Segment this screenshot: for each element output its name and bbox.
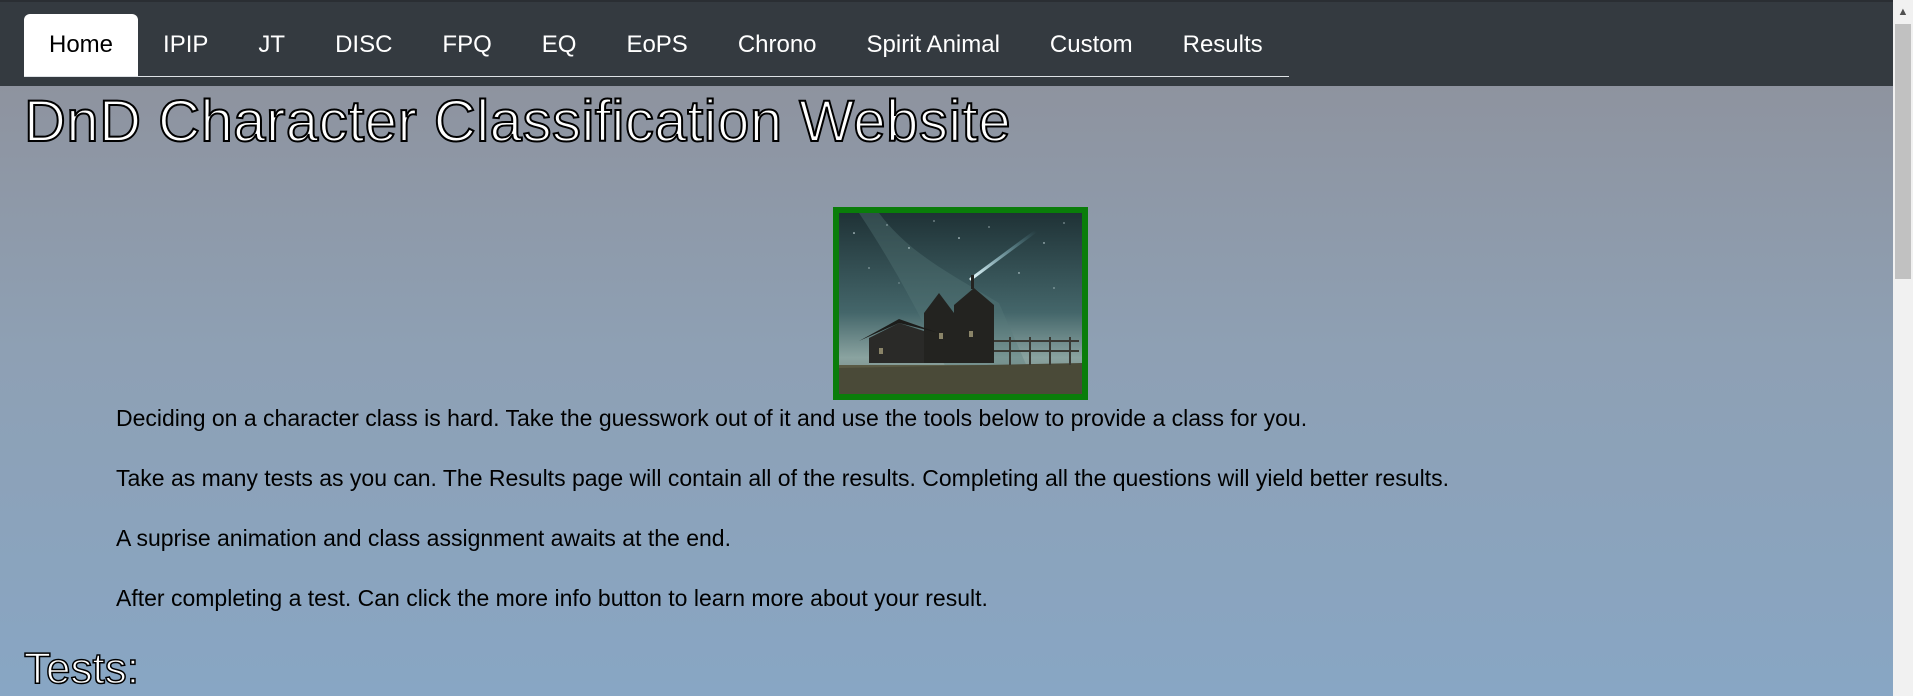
tab-eq[interactable]: EQ	[517, 14, 602, 76]
tests-heading: Tests:	[24, 644, 139, 694]
intro-paragraph: Deciding on a character class is hard. T…	[116, 405, 1307, 432]
tab-jt[interactable]: JT	[233, 14, 310, 76]
tab-spirit-animal[interactable]: Spirit Animal	[842, 14, 1025, 76]
nav-tabs: Home IPIP JT DISC FPQ EQ EoPS Chrono Spi…	[24, 14, 1289, 77]
tab-disc[interactable]: DISC	[310, 14, 417, 76]
scrollbar-thumb[interactable]	[1895, 24, 1911, 279]
hero-image	[833, 207, 1088, 400]
tab-home[interactable]: Home	[24, 14, 138, 76]
night-sky-church-image	[839, 213, 1082, 394]
more-info-paragraph: After completing a test. Can click the m…	[116, 585, 988, 612]
tab-custom[interactable]: Custom	[1025, 14, 1158, 76]
animation-paragraph: A suprise animation and class assignment…	[116, 525, 731, 552]
top-navbar: Home IPIP JT DISC FPQ EQ EoPS Chrono Spi…	[0, 0, 1893, 86]
tab-eops[interactable]: EoPS	[601, 14, 712, 76]
scroll-up-arrow-icon[interactable]: ▲	[1893, 0, 1913, 24]
tab-results[interactable]: Results	[1158, 14, 1288, 76]
page-title: DnD Character Classification Website	[24, 88, 1011, 155]
results-paragraph: Take as many tests as you can. The Resul…	[116, 465, 1449, 492]
tab-fpq[interactable]: FPQ	[417, 14, 516, 76]
tab-ipip[interactable]: IPIP	[138, 14, 233, 76]
vertical-scrollbar[interactable]: ▲	[1893, 0, 1913, 696]
tab-chrono[interactable]: Chrono	[713, 14, 842, 76]
